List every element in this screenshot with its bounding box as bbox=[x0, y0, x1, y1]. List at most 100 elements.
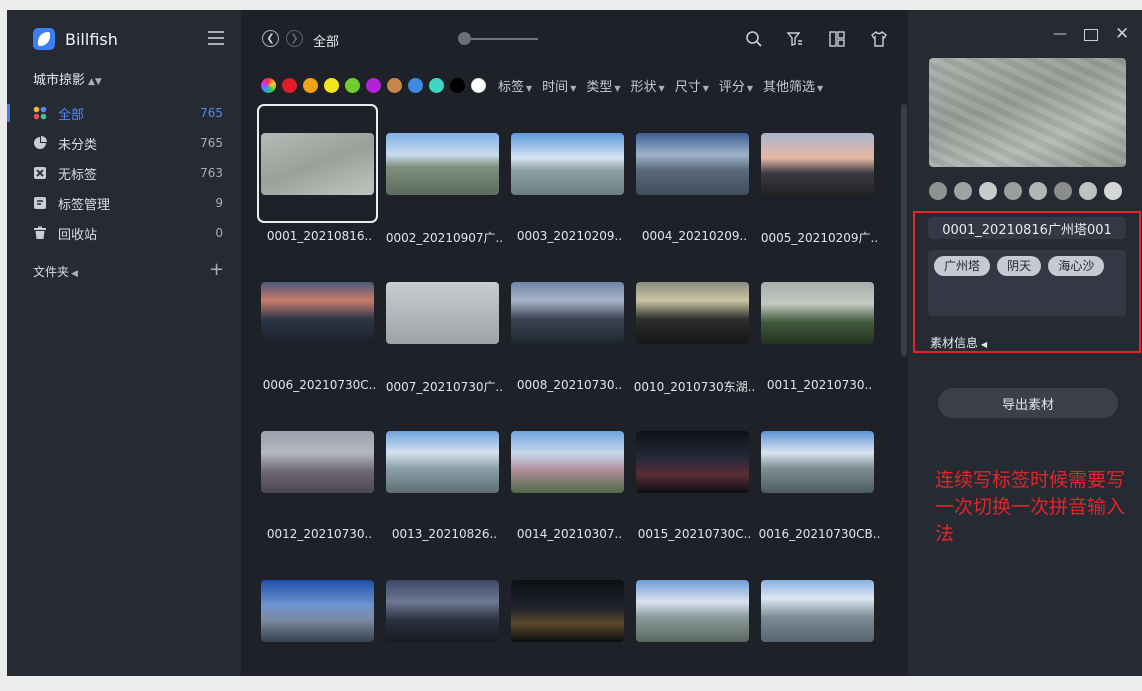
palette-color-dot[interactable] bbox=[1054, 182, 1072, 200]
thumbnail-image bbox=[386, 430, 499, 493]
color-swatch[interactable] bbox=[408, 77, 423, 93]
file-card[interactable] bbox=[507, 551, 632, 691]
export-button[interactable]: 导出素材 bbox=[938, 388, 1118, 418]
file-card[interactable]: 0001_20210816.. bbox=[257, 104, 382, 244]
caret-down-icon: ▼ bbox=[526, 83, 533, 93]
sidebar-nav: 全部 765 未分类 765 无标签 763 标签管理 9 回收站 0 bbox=[7, 98, 241, 248]
color-swatch[interactable] bbox=[450, 77, 465, 93]
list-menu-icon[interactable] bbox=[208, 31, 224, 45]
close-icon[interactable]: ✕ bbox=[1115, 24, 1129, 44]
file-card[interactable]: 0004_20210209.. bbox=[632, 104, 757, 244]
file-card[interactable]: 0012_20210730.. bbox=[257, 402, 382, 542]
trash-icon bbox=[33, 226, 47, 240]
palette-color-dot[interactable] bbox=[1004, 182, 1022, 200]
folder-section-toggle[interactable]: 文件夹 ◀ bbox=[33, 263, 78, 280]
palette-color-dot[interactable] bbox=[929, 182, 947, 200]
preview-image bbox=[929, 58, 1126, 167]
thumbnail-image bbox=[761, 132, 874, 195]
file-card[interactable]: 0006_20210730C.. bbox=[257, 253, 382, 393]
color-swatch[interactable] bbox=[471, 77, 486, 93]
filter-rating[interactable]: 评分 ▼ bbox=[719, 76, 753, 95]
file-card[interactable]: 0013_20210826.. bbox=[382, 402, 507, 542]
sidebar-item-untagged[interactable]: 无标签 763 bbox=[7, 158, 241, 188]
file-card[interactable]: 0003_20210209.. bbox=[507, 104, 632, 244]
palette-color-dot[interactable] bbox=[979, 182, 997, 200]
slider-handle[interactable] bbox=[458, 32, 471, 45]
color-swatch[interactable] bbox=[282, 77, 297, 93]
file-card[interactable]: 0014_20210307.. bbox=[507, 402, 632, 542]
tag-manage-icon bbox=[33, 196, 47, 210]
file-name: 0002_20210907广.. bbox=[385, 231, 504, 245]
filter-shape[interactable]: 形状 ▼ bbox=[631, 76, 665, 95]
tag-chip[interactable]: 海心沙 bbox=[1048, 256, 1105, 276]
caret-down-icon: ▼ bbox=[702, 83, 709, 93]
caret-left-icon: ◀ bbox=[981, 340, 988, 349]
file-name: 0007_20210730广.. bbox=[385, 380, 504, 394]
thumbnail-size-slider[interactable] bbox=[464, 38, 538, 40]
sidebar-item-all[interactable]: 全部 765 bbox=[7, 98, 241, 128]
theme-button[interactable] bbox=[870, 30, 888, 48]
sidebar-item-uncategorized[interactable]: 未分类 765 bbox=[7, 128, 241, 158]
file-name: 0011_20210730.. bbox=[766, 378, 873, 392]
color-swatch[interactable] bbox=[345, 77, 360, 93]
maximize-icon[interactable] bbox=[1084, 29, 1098, 41]
sidebar-item-trash[interactable]: 回收站 0 bbox=[7, 218, 241, 248]
forward-button[interactable]: ❯ bbox=[286, 30, 303, 47]
back-button[interactable]: ❮ bbox=[262, 30, 279, 47]
filter-other[interactable]: 其他筛选 ▼ bbox=[763, 76, 823, 95]
file-card[interactable]: 0016_20210730CB.. bbox=[757, 402, 882, 542]
grid-scrollbar[interactable] bbox=[901, 104, 907, 356]
file-card[interactable] bbox=[757, 551, 882, 691]
file-name-field[interactable]: 0001_20210816广州塔001 bbox=[928, 217, 1126, 239]
tag-chip[interactable]: 阴天 bbox=[997, 256, 1042, 276]
item-count: 765 bbox=[200, 106, 223, 120]
file-card[interactable]: 0010_2010730东湖.. bbox=[632, 253, 757, 394]
palette-color-dot[interactable] bbox=[1104, 182, 1122, 200]
thumbnail-image bbox=[261, 132, 374, 195]
file-card[interactable]: 0007_20210730广.. bbox=[382, 253, 507, 394]
filter-time[interactable]: 时间 ▼ bbox=[542, 76, 576, 95]
filter-type[interactable]: 类型 ▼ bbox=[586, 76, 620, 95]
file-card[interactable] bbox=[632, 551, 757, 691]
color-filter-all[interactable] bbox=[261, 77, 276, 93]
library-switcher[interactable]: 城市掠影 ▲▼ bbox=[33, 69, 102, 88]
file-card[interactable] bbox=[257, 551, 382, 691]
file-card[interactable]: 0005_20210209广.. bbox=[757, 104, 882, 245]
thumbnail-image bbox=[636, 132, 749, 195]
filter-tags[interactable]: 标签 ▼ bbox=[498, 76, 532, 95]
thumbnail-frame bbox=[257, 253, 378, 372]
app-logo: Billfish bbox=[33, 28, 118, 50]
filter-button[interactable] bbox=[786, 30, 804, 48]
tags-input[interactable]: 广州塔 阴天 海心沙 bbox=[928, 250, 1126, 316]
asset-info-toggle[interactable]: 素材信息 ◀ bbox=[930, 334, 987, 351]
file-card[interactable]: 0002_20210907广.. bbox=[382, 104, 507, 245]
color-swatch[interactable] bbox=[429, 77, 444, 93]
color-swatch[interactable] bbox=[366, 77, 381, 93]
thumbnail-frame bbox=[382, 402, 503, 521]
file-name: 0014_20210307.. bbox=[516, 527, 623, 541]
search-button[interactable] bbox=[745, 30, 763, 48]
palette-color-dot[interactable] bbox=[1029, 182, 1047, 200]
file-name: 0012_20210730.. bbox=[266, 527, 373, 541]
color-swatch[interactable] bbox=[387, 77, 402, 93]
filter-size[interactable]: 尺寸 ▼ bbox=[675, 76, 709, 95]
palette-color-dot[interactable] bbox=[954, 182, 972, 200]
item-count: 765 bbox=[200, 136, 223, 150]
file-card[interactable]: 0015_20210730C.. bbox=[632, 402, 757, 542]
file-card[interactable]: 0011_20210730.. bbox=[757, 253, 882, 393]
app-window: Billfish 城市掠影 ▲▼ 全部 765 未分类 765 无标签 763 … bbox=[7, 10, 1142, 676]
sidebar-item-tag-manage[interactable]: 标签管理 9 bbox=[7, 188, 241, 218]
toolbar: ❮ ❯ 全部 bbox=[241, 10, 908, 68]
file-card[interactable]: 0008_20210730.. bbox=[507, 253, 632, 393]
tag-chip[interactable]: 广州塔 bbox=[934, 256, 991, 276]
main-content: ❮ ❯ 全部 标签 ▼ 时间 ▼ 类型 ▼ 形状 ▼ 尺寸 ▼ 评分 ▼ 其他筛… bbox=[241, 10, 908, 676]
file-card[interactable] bbox=[382, 551, 507, 691]
layout-button[interactable] bbox=[828, 30, 846, 48]
palette-color-dot[interactable] bbox=[1079, 182, 1097, 200]
caret-down-icon: ▼ bbox=[746, 83, 754, 93]
minimize-icon[interactable]: — bbox=[1053, 26, 1067, 42]
filter-bar: 标签 ▼ 时间 ▼ 类型 ▼ 形状 ▼ 尺寸 ▼ 评分 ▼ 其他筛选 ▼ bbox=[261, 76, 827, 95]
color-swatch[interactable] bbox=[303, 77, 318, 93]
add-folder-button[interactable]: + bbox=[209, 259, 224, 280]
color-swatch[interactable] bbox=[324, 77, 339, 93]
